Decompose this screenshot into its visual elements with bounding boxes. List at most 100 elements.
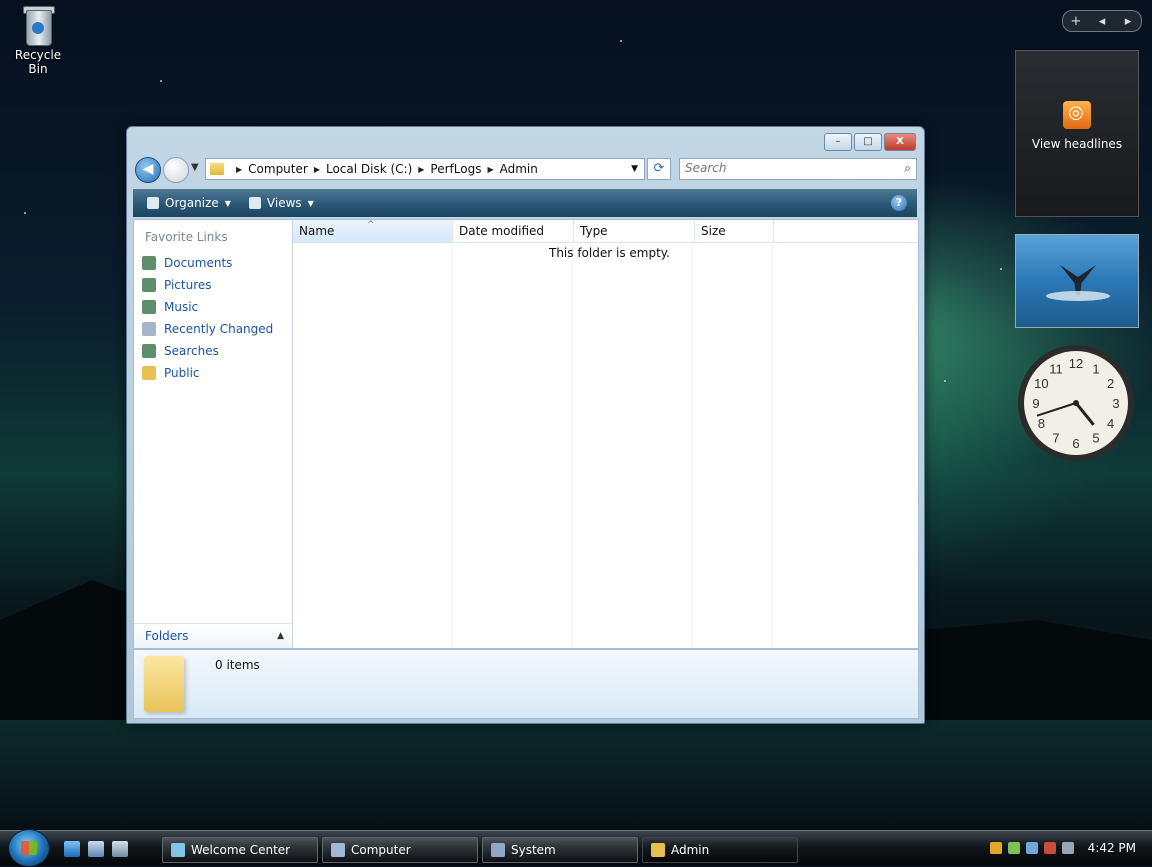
favorite-links-list: Documents Pictures Music Recently Changed Se… <box>134 252 292 384</box>
internet-explorer-icon[interactable] <box>64 841 80 857</box>
folder-icon <box>144 656 184 712</box>
content-area: Favorite Links Documents Pictures Music Rec… <box>133 219 919 649</box>
favorite-link-music[interactable]: Music <box>134 296 292 318</box>
favorite-link-label: Pictures <box>164 278 212 292</box>
favorite-link-documents[interactable]: Documents <box>134 252 292 274</box>
documents-icon <box>142 256 156 270</box>
back-button[interactable]: ◀ <box>135 157 161 183</box>
task-label: System <box>511 843 556 857</box>
task-icon <box>491 843 505 857</box>
windows-update-icon[interactable] <box>1007 842 1020 854</box>
task-label: Admin <box>671 843 710 857</box>
recent-pages-dropdown[interactable]: ▼ <box>191 162 199 173</box>
taskbar-button-admin[interactable]: Admin <box>642 837 798 863</box>
lake-reflection <box>0 720 1152 830</box>
breadcrumb-arrow[interactable]: ▶ <box>314 165 320 174</box>
sidebar-controls: + ◂ ▸ <box>1062 10 1142 32</box>
taskbar-button-system[interactable]: System <box>482 837 638 863</box>
star <box>24 212 26 214</box>
breadcrumb-perflogs[interactable]: PerfLogs <box>430 162 481 176</box>
command-bar: Organize ▼ Views ▼ ? <box>133 189 917 217</box>
clock-number: 8 <box>1038 416 1045 431</box>
views-label: Views <box>266 196 302 210</box>
favorite-link-label: Public <box>164 366 200 380</box>
clock-number: 10 <box>1034 376 1048 391</box>
column-header-date-modified[interactable]: Date modified <box>453 220 574 242</box>
show-desktop-icon[interactable] <box>88 841 104 857</box>
favorite-link-label: Searches <box>164 344 219 358</box>
volume-muted-icon[interactable] <box>1061 842 1074 854</box>
feed-headlines-gadget[interactable]: View headlines <box>1015 50 1139 217</box>
search-input[interactable] <box>680 159 885 177</box>
recycle-bin[interactable]: Recycle Bin <box>4 2 72 76</box>
forward-button[interactable] <box>163 157 189 183</box>
chevron-down-icon: ▼ <box>224 198 231 208</box>
address-dropdown-icon[interactable]: ▼ <box>631 164 638 174</box>
search-icon[interactable]: ⌕ <box>904 161 911 176</box>
breadcrumb-admin[interactable]: Admin <box>500 162 538 176</box>
search-box[interactable]: ⌕ <box>679 158 917 180</box>
security-shield-icon[interactable] <box>989 842 1002 854</box>
clock-number: 1 <box>1092 361 1099 376</box>
favorite-link-pictures[interactable]: Pictures <box>134 274 292 296</box>
column-divider <box>692 242 693 648</box>
favorite-link-public[interactable]: Public <box>134 362 292 384</box>
folders-toggle[interactable]: Folders ▲ <box>134 623 292 648</box>
empty-folder-text: This folder is empty. <box>549 246 670 260</box>
views-menu[interactable]: Views ▼ <box>245 191 318 215</box>
organize-menu[interactable]: Organize ▼ <box>143 191 235 215</box>
taskbar-button-welcome-center[interactable]: Welcome Center <box>162 837 318 863</box>
help-button[interactable]: ? <box>891 195 907 211</box>
close-button[interactable]: X <box>884 133 916 151</box>
clock-gadget[interactable]: 1234567891011 12 <box>1015 342 1137 464</box>
breadcrumb-arrow[interactable]: ▶ <box>418 165 424 174</box>
task-icon <box>171 843 185 857</box>
address-bar[interactable]: ▶ Computer ▶ Local Disk (C:) ▶ PerfLogs … <box>205 158 645 180</box>
network-disconnected-icon[interactable] <box>1043 842 1056 854</box>
clock-number: 11 <box>1049 361 1063 376</box>
task-icon <box>651 843 665 857</box>
previous-gadgets-button[interactable]: ◂ <box>1089 14 1115 29</box>
favorite-links-header: Favorite Links <box>145 230 228 244</box>
breadcrumb-local-disk[interactable]: Local Disk (C:) <box>326 162 412 176</box>
task-icon <box>331 843 345 857</box>
column-divider <box>452 242 453 648</box>
clock-number: 6 <box>1072 436 1079 451</box>
column-divider <box>772 242 773 648</box>
rss-icon <box>1063 101 1091 129</box>
breadcrumb-computer[interactable]: Computer <box>248 162 308 176</box>
star <box>620 40 622 42</box>
add-gadget-button[interactable]: + <box>1063 14 1089 29</box>
network-icon[interactable] <box>1025 842 1038 854</box>
column-header-size[interactable]: Size <box>695 220 774 242</box>
views-icon <box>248 197 261 209</box>
favorite-link-recently-changed[interactable]: Recently Changed <box>134 318 292 340</box>
taskbar-clock[interactable]: 4:42 PM <box>1088 841 1136 855</box>
favorite-link-label: Recently Changed <box>164 322 274 336</box>
favorite-link-label: Documents <box>164 256 233 270</box>
column-header-name[interactable]: ^ Name <box>293 220 453 242</box>
switch-windows-icon[interactable] <box>112 841 128 857</box>
next-gadgets-button[interactable]: ▸ <box>1115 14 1141 29</box>
favorite-link-searches[interactable]: Searches <box>134 340 292 362</box>
clock-number: 4 <box>1107 416 1114 431</box>
system-tray: 4:42 PM <box>989 835 1152 861</box>
breadcrumb-arrow[interactable]: ▶ <box>236 165 242 174</box>
maximize-button[interactable]: □ <box>854 133 882 151</box>
clock-number: 12 <box>1069 356 1083 371</box>
task-label: Welcome Center <box>191 843 291 857</box>
column-header-type[interactable]: Type <box>574 220 695 242</box>
explorer-window: – □ X ◀ ▼ ▶ Computer ▶ Local Disk (C:) ▶… <box>126 126 925 724</box>
folders-label: Folders <box>145 629 189 643</box>
file-list[interactable]: ^ Name Date modified Type Size This fold… <box>293 220 918 648</box>
details-pane: 0 items <box>133 649 919 719</box>
column-divider <box>572 242 573 648</box>
start-button[interactable] <box>8 829 50 867</box>
minimize-button[interactable]: – <box>824 133 852 151</box>
slideshow-gadget[interactable] <box>1015 234 1139 328</box>
breadcrumb-arrow[interactable]: ▶ <box>487 165 493 174</box>
refresh-button[interactable]: ⟳ <box>647 158 671 180</box>
taskbar-button-computer[interactable]: Computer <box>322 837 478 863</box>
clock-number: 7 <box>1052 431 1059 446</box>
chevron-up-icon: ▲ <box>277 631 284 641</box>
